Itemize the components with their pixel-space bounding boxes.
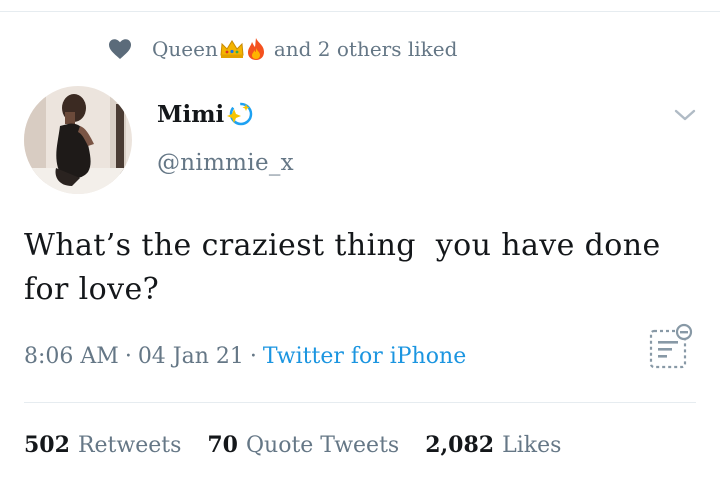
social-context-text: and 2 others liked	[273, 37, 458, 61]
quote-tweets-stat[interactable]: 70 Quote Tweets	[207, 432, 399, 458]
avatar[interactable]	[24, 86, 132, 194]
tweet-date[interactable]: 04 Jan 21	[138, 344, 244, 369]
crown-emoji	[219, 37, 245, 61]
top-divider	[0, 11, 720, 12]
quote-tweets-count: 70	[207, 432, 238, 458]
chevron-down-icon[interactable]	[672, 104, 698, 126]
retweets-stat[interactable]: 502 Retweets	[24, 432, 181, 458]
stats-divider	[24, 402, 696, 403]
author-handle[interactable]: @nimmie_x	[157, 150, 294, 176]
tweet-meta: 8:06 AM · 04 Jan 21 · Twitter for iPhone	[24, 344, 466, 369]
sparkle-icon	[227, 102, 253, 126]
tweet-stats: 502 Retweets 70 Quote Tweets 2,082 Likes	[24, 432, 587, 458]
avatar-image	[24, 86, 132, 194]
likes-label: Likes	[502, 432, 562, 458]
quote-tweets-label: Quote Tweets	[246, 432, 400, 458]
social-context[interactable]: Queen and 2 others liked	[108, 33, 457, 65]
liker-name[interactable]: Queen	[152, 37, 218, 61]
tweet-text: What’s the craziest thing you have done …	[24, 228, 661, 307]
author-name-text[interactable]: Mimi	[157, 101, 224, 128]
meta-separator: ·	[124, 344, 132, 369]
tweet-source-link[interactable]: Twitter for iPhone	[263, 344, 466, 369]
heart-icon	[109, 39, 131, 59]
retweets-label: Retweets	[77, 432, 182, 458]
retweets-count: 502	[24, 432, 70, 458]
likes-count: 2,082	[425, 432, 495, 458]
meta-separator: ·	[249, 344, 257, 369]
tweet-time[interactable]: 8:06 AM	[24, 344, 119, 369]
analytics-icon[interactable]	[648, 323, 694, 371]
author-name[interactable]: Mimi	[157, 100, 255, 128]
likes-stat[interactable]: 2,082 Likes	[425, 432, 561, 458]
fire-emoji	[246, 37, 266, 61]
